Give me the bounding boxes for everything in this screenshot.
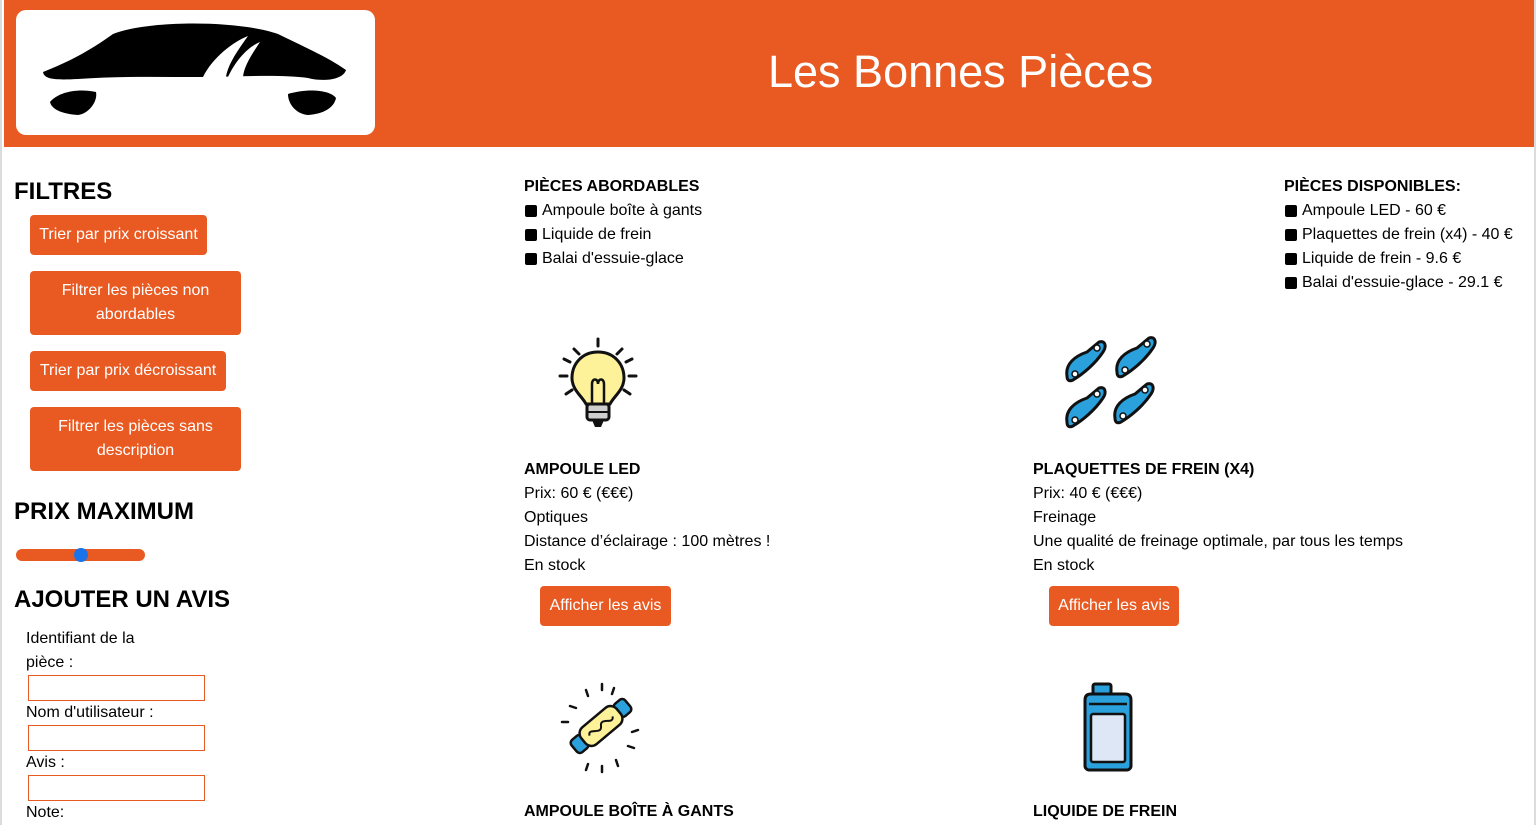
product-description: Distance d’éclairage : 100 mètres ! <box>524 533 771 550</box>
list-item: Liquide de frein - 9.6 € <box>1284 247 1513 271</box>
product-stock: En stock <box>524 557 586 574</box>
product-name: AMPOULE BOÎTE À GANTS <box>524 803 734 820</box>
show-reviews-button[interactable]: Afficher les avis <box>540 586 671 626</box>
affordable-parts-list: PIÈCES ABORDABLES Ampoule boîte à gants … <box>524 175 702 271</box>
list-item: Plaquettes de frein (x4) - 40 € <box>1284 223 1513 247</box>
price-max-slider[interactable] <box>16 548 145 562</box>
product-name: LIQUIDE DE FREIN <box>1033 803 1178 820</box>
site-header: Les Bonnes Pièces <box>4 0 1534 147</box>
product-info: AMPOULE LED Prix: 60 € (€€€) Optiques Di… <box>524 458 770 578</box>
piece-id-label: Identifiant de la pièce : <box>26 630 135 671</box>
logo[interactable] <box>16 10 375 135</box>
product-info: AMPOULE BOÎTE À GANTS <box>524 800 734 824</box>
brake-fluid-can-icon <box>1083 682 1133 772</box>
product-card: PLAQUETTES DE FREIN (X4) Prix: 40 € (€€€… <box>1033 334 1493 634</box>
sort-price-asc-button[interactable]: Trier par prix croissant <box>30 215 207 255</box>
page: Les Bonnes Pièces FILTRES Trier par prix… <box>0 0 1536 825</box>
product-info: LIQUIDE DE FREIN <box>1033 800 1177 824</box>
available-title: PIÈCES DISPONIBLES: <box>1284 178 1461 195</box>
product-card: AMPOULE LED Prix: 60 € (€€€) Optiques Di… <box>524 334 984 634</box>
glovebox-bulb-icon <box>560 682 640 774</box>
review-input[interactable] <box>28 775 205 801</box>
product-category: Freinage <box>1033 509 1097 526</box>
product-name: AMPOULE LED <box>524 461 641 478</box>
product-card: LIQUIDE DE FREIN <box>1033 680 1493 825</box>
car-silhouette-icon <box>43 23 346 115</box>
show-reviews-button[interactable]: Afficher les avis <box>1049 586 1179 626</box>
username-label: Nom d'utilisateur : <box>26 704 154 721</box>
light-bulb-icon <box>558 337 638 427</box>
piece-id-input[interactable] <box>28 675 205 701</box>
list-item: Ampoule LED - 60 € <box>1284 199 1513 223</box>
username-input[interactable] <box>28 725 205 751</box>
brake-pads-icon <box>1065 336 1157 429</box>
list-item: Liquide de frein <box>524 223 702 247</box>
list-item: Ampoule boîte à gants <box>524 199 702 223</box>
product-name: PLAQUETTES DE FREIN (X4) <box>1033 461 1255 478</box>
available-parts-list: PIÈCES DISPONIBLES: Ampoule LED - 60 € P… <box>1284 175 1513 295</box>
review-label: Avis : <box>26 754 65 771</box>
product-price: Prix: 40 € (€€€) <box>1033 485 1143 502</box>
filter-no-description-button[interactable]: Filtrer les pièces sans description <box>30 407 241 471</box>
product-description: Une qualité de freinage optimale, par to… <box>1033 533 1403 550</box>
filters-title: FILTRES <box>14 178 113 205</box>
list-item: Balai d'essuie-glace <box>524 247 702 271</box>
product-category: Optiques <box>524 509 589 526</box>
product-stock: En stock <box>1033 557 1095 574</box>
add-review-title: AJOUTER UN AVIS <box>14 586 231 613</box>
product-card: AMPOULE BOÎTE À GANTS <box>524 680 984 825</box>
list-item: Balai d'essuie-glace - 29.1 € <box>1284 271 1513 295</box>
product-price: Prix: 60 € (€€€) <box>524 485 634 502</box>
filter-unaffordable-button[interactable]: Filtrer les pièces non abordables <box>30 271 241 335</box>
slider-thumb[interactable] <box>73 548 88 562</box>
note-label: Note: <box>26 804 65 821</box>
sort-price-desc-button[interactable]: Trier par prix décroissant <box>30 351 226 391</box>
affordable-title: PIÈCES ABORDABLES <box>524 178 700 195</box>
product-info: PLAQUETTES DE FREIN (X4) Prix: 40 € (€€€… <box>1033 458 1403 578</box>
price-max-title: PRIX MAXIMUM <box>14 498 194 525</box>
site-title: Les Bonnes Pièces <box>768 46 1154 97</box>
